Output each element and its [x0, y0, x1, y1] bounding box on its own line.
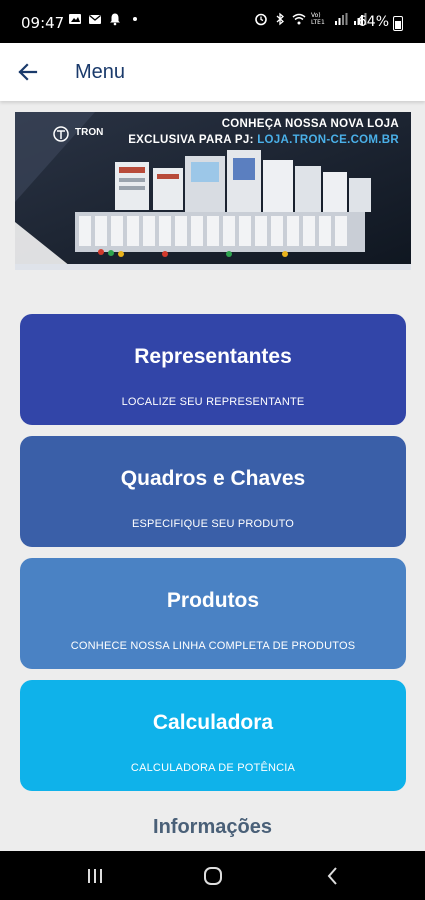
system-icons: Vo) LTE1 — [254, 12, 367, 26]
home-icon[interactable] — [200, 863, 226, 889]
calculadora-button[interactable]: Calculadora CALCULADORA DE POTÊNCIA — [20, 680, 406, 791]
chevron-left-icon[interactable] — [320, 863, 346, 889]
informacoes-heading: Informações — [153, 816, 272, 838]
banner-subline: EXCLUSIVA PARA PJ: LOJA.TRON-CE.COM.BR — [128, 134, 399, 146]
produtos-button[interactable]: Produtos CONHECE NOSSA LINHA COMPLETA DE… — [20, 558, 406, 669]
battery-icon — [393, 16, 403, 31]
card-subtitle: CALCULADORA DE POTÊNCIA — [130, 762, 296, 774]
banner-subline-prefix: EXCLUSIVA PARA PJ: — [128, 134, 254, 146]
card-subtitle: ESPECIFIQUE SEU PRODUTO — [131, 518, 295, 530]
app-bar: Menu — [0, 43, 425, 101]
network-label: Vo) LTE1 — [311, 12, 325, 26]
signal-icon — [335, 13, 348, 25]
promo-banner[interactable]: TRON CONHEÇA NOSSA NOVA LOJA EXCLUSIVA P… — [15, 112, 411, 270]
battery-percent: 64% — [357, 14, 389, 30]
card-title: Calculadora — [152, 711, 274, 734]
card-subtitle: CONHECE NOSSA LINHA COMPLETA DE PRODUTOS — [70, 640, 356, 652]
card-subtitle: LOCALIZE SEU REPRESENTANTE — [121, 396, 305, 408]
bluetooth-icon — [276, 12, 284, 26]
dot-icon — [133, 17, 137, 21]
notification-icons — [68, 12, 142, 26]
card-title: Representantes — [134, 345, 292, 368]
card-title: Produtos — [166, 589, 260, 612]
bell-icon — [110, 13, 120, 26]
banner-brand: TRON — [75, 127, 104, 138]
card-title: Quadros e Chaves — [120, 467, 306, 490]
image-icon — [69, 14, 81, 24]
status-time: 09:47 — [21, 14, 65, 32]
page-title: Menu — [75, 61, 126, 83]
representantes-button[interactable]: Representantes LOCALIZE SEU REPRESENTANT… — [20, 314, 406, 425]
banner-headline: CONHEÇA NOSSA NOVA LOJA — [221, 118, 399, 130]
status-bar: 09:47 Vo) LTE1 64% — [0, 0, 425, 43]
arrow-left-icon[interactable] — [14, 58, 42, 86]
recents-icon[interactable] — [82, 863, 108, 889]
quadros-e-chaves-button[interactable]: Quadros e Chaves ESPECIFIQUE SEU PRODUTO — [20, 436, 406, 547]
system-nav-bar — [0, 851, 425, 900]
mail-icon — [89, 14, 101, 24]
alarm-icon — [255, 13, 267, 26]
banner-url[interactable]: LOJA.TRON-CE.COM.BR — [257, 134, 399, 146]
wifi-icon — [292, 13, 306, 25]
